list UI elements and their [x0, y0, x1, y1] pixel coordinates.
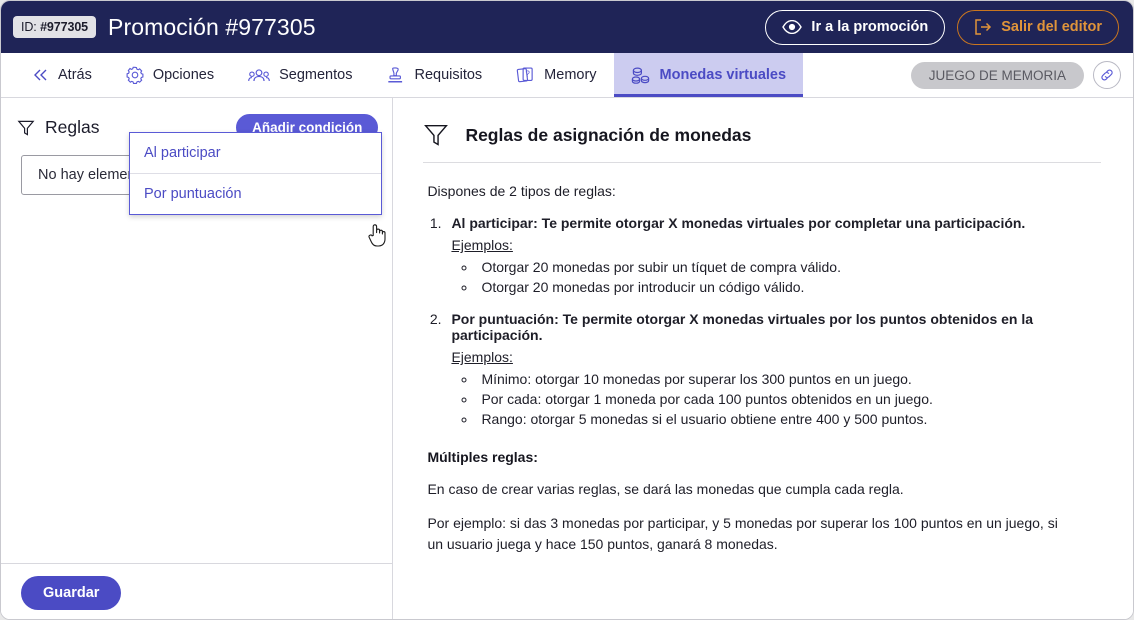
game-type-badge: JUEGO DE MEMORIA	[910, 61, 1084, 89]
memory-cards-icon: ?	[516, 66, 535, 84]
users-group-icon	[248, 68, 270, 83]
copy-link-button[interactable]	[1093, 61, 1121, 89]
funnel-filter-icon	[17, 119, 35, 137]
top-header-bar: ID: #977305 Promoción #977305 Ir a la pr…	[1, 1, 1133, 53]
multiple-rules-paragraph-1: En caso de crear varias reglas, se dará …	[427, 481, 904, 497]
examples-list: Otorgar 20 monedas por subir un tíquet d…	[477, 259, 1101, 295]
tabbar-spacer	[803, 53, 911, 97]
tab-monedas-virtuales-label: Monedas virtuales	[659, 67, 787, 83]
stamp-icon	[386, 66, 405, 84]
example-item: Otorgar 20 monedas por introducir un cód…	[477, 279, 1101, 295]
rule-types-list: Al participar: Te permite otorgar X mone…	[445, 215, 1101, 427]
id-label: ID:	[21, 20, 37, 34]
example-item: Otorgar 20 monedas por subir un tíquet d…	[477, 259, 1101, 275]
tab-segmentos-label: Segmentos	[279, 67, 353, 83]
rules-panel-title-group: Reglas	[17, 117, 99, 138]
example-item: Mínimo: otorgar 10 monedas por superar l…	[477, 371, 1101, 387]
rules-left-panel: Reglas Añadir condición No hay elementos…	[1, 98, 394, 619]
svg-text:?: ?	[526, 69, 531, 78]
chain-link-icon	[1099, 67, 1115, 83]
save-button[interactable]: Guardar	[21, 576, 122, 610]
tabbar-right-group: JUEGO DE MEMORIA	[910, 53, 1133, 97]
example-item: Por cada: otorgar 1 moneda por cada 100 …	[477, 391, 1101, 407]
tab-requisitos-label: Requisitos	[414, 67, 483, 83]
rule-type-item: Por puntuación: Te permite otorgar X mon…	[445, 311, 1101, 427]
rule-rest: Te permite otorgar X monedas virtuales p…	[537, 215, 1026, 231]
promotion-id-badge: ID: #977305	[13, 16, 97, 38]
go-to-promotion-button[interactable]: Ir a la promoción	[765, 9, 946, 45]
tab-opciones[interactable]: Opciones	[109, 53, 231, 97]
tab-memory[interactable]: ? Memory	[499, 53, 613, 97]
tab-atras-label: Atrás	[58, 67, 92, 83]
gear-icon	[126, 66, 144, 84]
dropdown-item-al-participar[interactable]: Al participar	[130, 133, 381, 174]
info-title-divider	[423, 162, 1101, 163]
editor-window: ID: #977305 Promoción #977305 Ir a la pr…	[0, 0, 1134, 620]
exit-editor-button[interactable]: Salir del editor	[957, 9, 1119, 45]
multiple-rules-title: Múltiples reglas:	[427, 449, 538, 465]
tab-monedas-virtuales[interactable]: Monedas virtuales	[613, 53, 804, 97]
examples-label: Ejemplos:	[451, 237, 513, 253]
page-title: Promoción #977305	[108, 13, 316, 40]
navigation-tabbar: Atrás Opciones Segmentos Requisitos ? Me…	[1, 53, 1133, 98]
coins-stack-icon	[631, 66, 651, 84]
tab-requisitos[interactable]: Requisitos	[369, 53, 499, 97]
rules-panel-title: Reglas	[45, 117, 100, 137]
info-intro-text: Dispones de 2 tipos de reglas:	[427, 183, 616, 199]
logout-arrow-icon	[974, 19, 992, 35]
rule-type-item: Al participar: Te permite otorgar X mone…	[445, 215, 1101, 295]
dropdown-item-por-puntuacion[interactable]: Por puntuación	[130, 174, 381, 214]
rule-lead: Al participar:	[451, 215, 538, 231]
exit-editor-label: Salir del editor	[1001, 19, 1102, 35]
info-title-row: Reglas de asignación de monedas	[423, 118, 1101, 162]
rules-info-right-panel: Reglas de asignación de monedas Dispones…	[393, 98, 1133, 619]
add-condition-dropdown-menu[interactable]: Al participar Por puntuación	[129, 132, 382, 215]
tab-opciones-label: Opciones	[152, 67, 215, 83]
eye-icon	[782, 20, 803, 34]
tab-memory-label: Memory	[544, 67, 597, 83]
info-panel-title: Reglas de asignación de monedas	[465, 124, 752, 145]
left-panel-spacer	[1, 195, 392, 563]
left-panel-footer: Guardar	[1, 563, 393, 619]
tab-segmentos[interactable]: Segmentos	[231, 53, 369, 97]
examples-label: Ejemplos:	[451, 349, 513, 365]
examples-list: Mínimo: otorgar 10 monedas por superar l…	[477, 371, 1101, 427]
rule-lead: Por puntuación:	[451, 311, 559, 327]
multiple-rules-paragraph-2: Por ejemplo: si das 3 monedas por partic…	[427, 515, 1058, 552]
editor-body: Reglas Añadir condición No hay elementos…	[1, 98, 1133, 619]
funnel-filter-icon	[423, 122, 449, 148]
go-to-promotion-label: Ir a la promoción	[811, 19, 929, 35]
tab-atras[interactable]: Atrás	[15, 53, 109, 97]
example-item: Rango: otorgar 5 monedas si el usuario o…	[477, 411, 1101, 427]
id-value: #977305	[40, 20, 89, 34]
double-chevron-left-icon	[32, 68, 49, 82]
